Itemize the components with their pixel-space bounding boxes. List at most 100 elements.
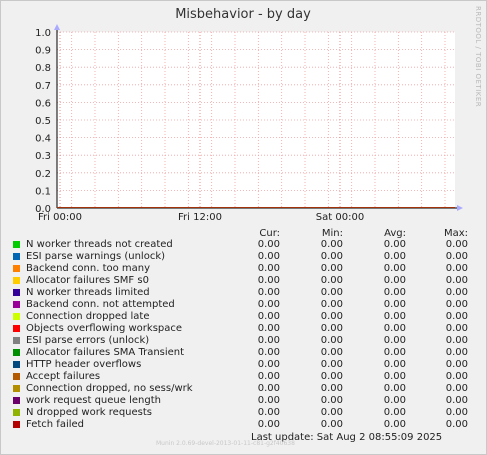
x-tick-label: Sat 00:00 <box>316 212 364 223</box>
legend-column-header: Cur: <box>259 228 280 239</box>
legend-swatch <box>13 265 20 272</box>
y-tick-label: 0.6 <box>35 98 51 109</box>
y-axis-arrow <box>54 24 60 30</box>
legend-series-name: Backend conn. too many <box>26 263 151 274</box>
legend-value: 0.00 <box>383 239 406 250</box>
legend-value: 0.00 <box>320 323 343 334</box>
legend-value: 0.00 <box>320 347 343 358</box>
legend-value: 0.00 <box>257 359 280 370</box>
legend-value: 0.00 <box>383 395 406 406</box>
legend-column-header: Avg: <box>384 228 406 239</box>
legend-value: 0.00 <box>257 347 280 358</box>
legend-swatch <box>13 289 20 296</box>
legend-series-name: Backend conn. not attempted <box>26 299 175 310</box>
legend-series-name: Fetch failed <box>26 419 84 430</box>
legend-value: 0.00 <box>320 359 343 370</box>
legend-value: 0.00 <box>445 239 468 250</box>
legend-value: 0.00 <box>257 407 280 418</box>
legend-value: 0.00 <box>320 419 343 430</box>
legend-value: 0.00 <box>445 287 468 298</box>
legend-row: Allocator failures SMF s0 0.00 0.00 0.00 0.0… <box>13 275 473 287</box>
legend-row: N dropped work requests 0.00 0.00 0.00 0.00 <box>13 407 473 419</box>
legend-value: 0.00 <box>445 347 468 358</box>
legend-value: 0.00 <box>320 263 343 274</box>
legend-value: 0.00 <box>257 287 280 298</box>
legend-value: 0.00 <box>320 383 343 394</box>
legend-value: 0.00 <box>320 251 343 262</box>
legend-value: 0.00 <box>320 275 343 286</box>
legend-swatch <box>13 253 20 260</box>
legend-value: 0.00 <box>383 323 406 334</box>
legend-value: 0.00 <box>320 287 343 298</box>
legend-value: 0.00 <box>257 275 280 286</box>
legend-row: N worker threads not created 0.00 0.00 0.00… <box>13 239 473 251</box>
legend-swatch <box>13 397 20 404</box>
legend-row: N worker threads limited 0.00 0.00 0.00 0.00 <box>13 287 473 299</box>
y-tick-label: 0.5 <box>35 116 51 127</box>
legend-series-name: ESI parse warnings (unlock) <box>26 251 166 262</box>
legend-swatch <box>13 325 20 332</box>
legend-value: 0.00 <box>383 263 406 274</box>
legend-value: 0.00 <box>445 395 468 406</box>
legend-value: 0.00 <box>257 263 280 274</box>
legend-value: 0.00 <box>320 335 343 346</box>
y-tick-label: 0.2 <box>35 169 51 180</box>
legend-value: 0.00 <box>320 239 343 250</box>
legend-value: 0.00 <box>383 407 406 418</box>
legend-value: 0.00 <box>257 311 280 322</box>
y-tick-label: 0.1 <box>35 186 51 197</box>
legend-swatch <box>13 361 20 368</box>
legend-value: 0.00 <box>257 383 280 394</box>
legend-row: ESI parse warnings (unlock) 0.00 0.00 0.00 0… <box>13 251 473 263</box>
legend-value: 0.00 <box>320 407 343 418</box>
legend-row: work request queue length 0.00 0.00 0.00 0.0… <box>13 395 473 407</box>
legend-value: 0.00 <box>445 263 468 274</box>
legend-value: 0.00 <box>445 335 468 346</box>
legend-row: Connection dropped late 0.00 0.00 0.00 0.00 <box>13 311 473 323</box>
legend-value: 0.00 <box>383 383 406 394</box>
legend-value: 0.00 <box>445 299 468 310</box>
legend-value: 0.00 <box>257 323 280 334</box>
legend-value: 0.00 <box>383 371 406 382</box>
legend-series-name: ESI parse errors (unlock) <box>26 335 150 346</box>
legend-value: 0.00 <box>445 371 468 382</box>
legend-swatch <box>13 421 20 428</box>
legend-column-header: Min: <box>321 228 343 239</box>
x-axis-arrow <box>457 205 463 211</box>
chart-title: Misbehavior - by day <box>175 7 311 22</box>
legend-value: 0.00 <box>383 419 406 430</box>
legend-value: 0.00 <box>257 299 280 310</box>
y-tick-label: 0.9 <box>35 46 51 57</box>
legend-row: Backend conn. not attempted 0.00 0.00 0.00 0… <box>13 299 473 311</box>
legend-series-name: HTTP header overflows <box>26 359 142 370</box>
legend-value: 0.00 <box>257 251 280 262</box>
legend-value: 0.00 <box>445 275 468 286</box>
legend-swatch <box>13 337 20 344</box>
legend-swatch <box>13 385 20 392</box>
x-tick-label: Fri 00:00 <box>38 212 82 223</box>
legend-series-name: Accept failures <box>26 371 101 382</box>
legend-value: 0.00 <box>383 275 406 286</box>
legend-value: 0.00 <box>320 311 343 322</box>
legend-swatch <box>13 349 20 356</box>
legend-swatch <box>13 409 20 416</box>
legend-value: 0.00 <box>383 359 406 370</box>
legend-value: 0.00 <box>257 335 280 346</box>
legend-series-name: N worker threads limited <box>26 287 150 298</box>
y-tick-label: 0.3 <box>35 151 51 162</box>
side-label: RRDTOOL / TOBI OETIKER <box>474 6 482 107</box>
legend-series-name: Connection dropped, no sess/wrk <box>26 383 193 394</box>
legend-row: Allocator failures SMA Transient 0.00 0.00… <box>13 347 473 359</box>
legend-row: Backend conn. too many 0.00 0.00 0.00 0.00 <box>13 263 473 275</box>
legend-row: Objects overflowing workspace 0.00 0.00 0.0… <box>13 323 473 335</box>
legend-series-name: Connection dropped late <box>26 311 150 322</box>
legend-row: ESI parse errors (unlock) 0.00 0.00 0.00 0.0… <box>13 335 473 347</box>
legend-value: 0.00 <box>320 299 343 310</box>
munin-footer: Munin 2.0.69-devel-2013-01-11-c81-g2f406… <box>156 440 295 447</box>
y-tick-label: 1.0 <box>35 28 51 39</box>
legend-row: HTTP header overflows 0.00 0.00 0.00 0.00 <box>13 359 473 371</box>
legend-row: Accept failures 0.00 0.00 0.00 0.00 <box>13 371 473 383</box>
legend-value: 0.00 <box>445 323 468 334</box>
legend-value: 0.00 <box>383 251 406 262</box>
legend-value: 0.00 <box>320 371 343 382</box>
